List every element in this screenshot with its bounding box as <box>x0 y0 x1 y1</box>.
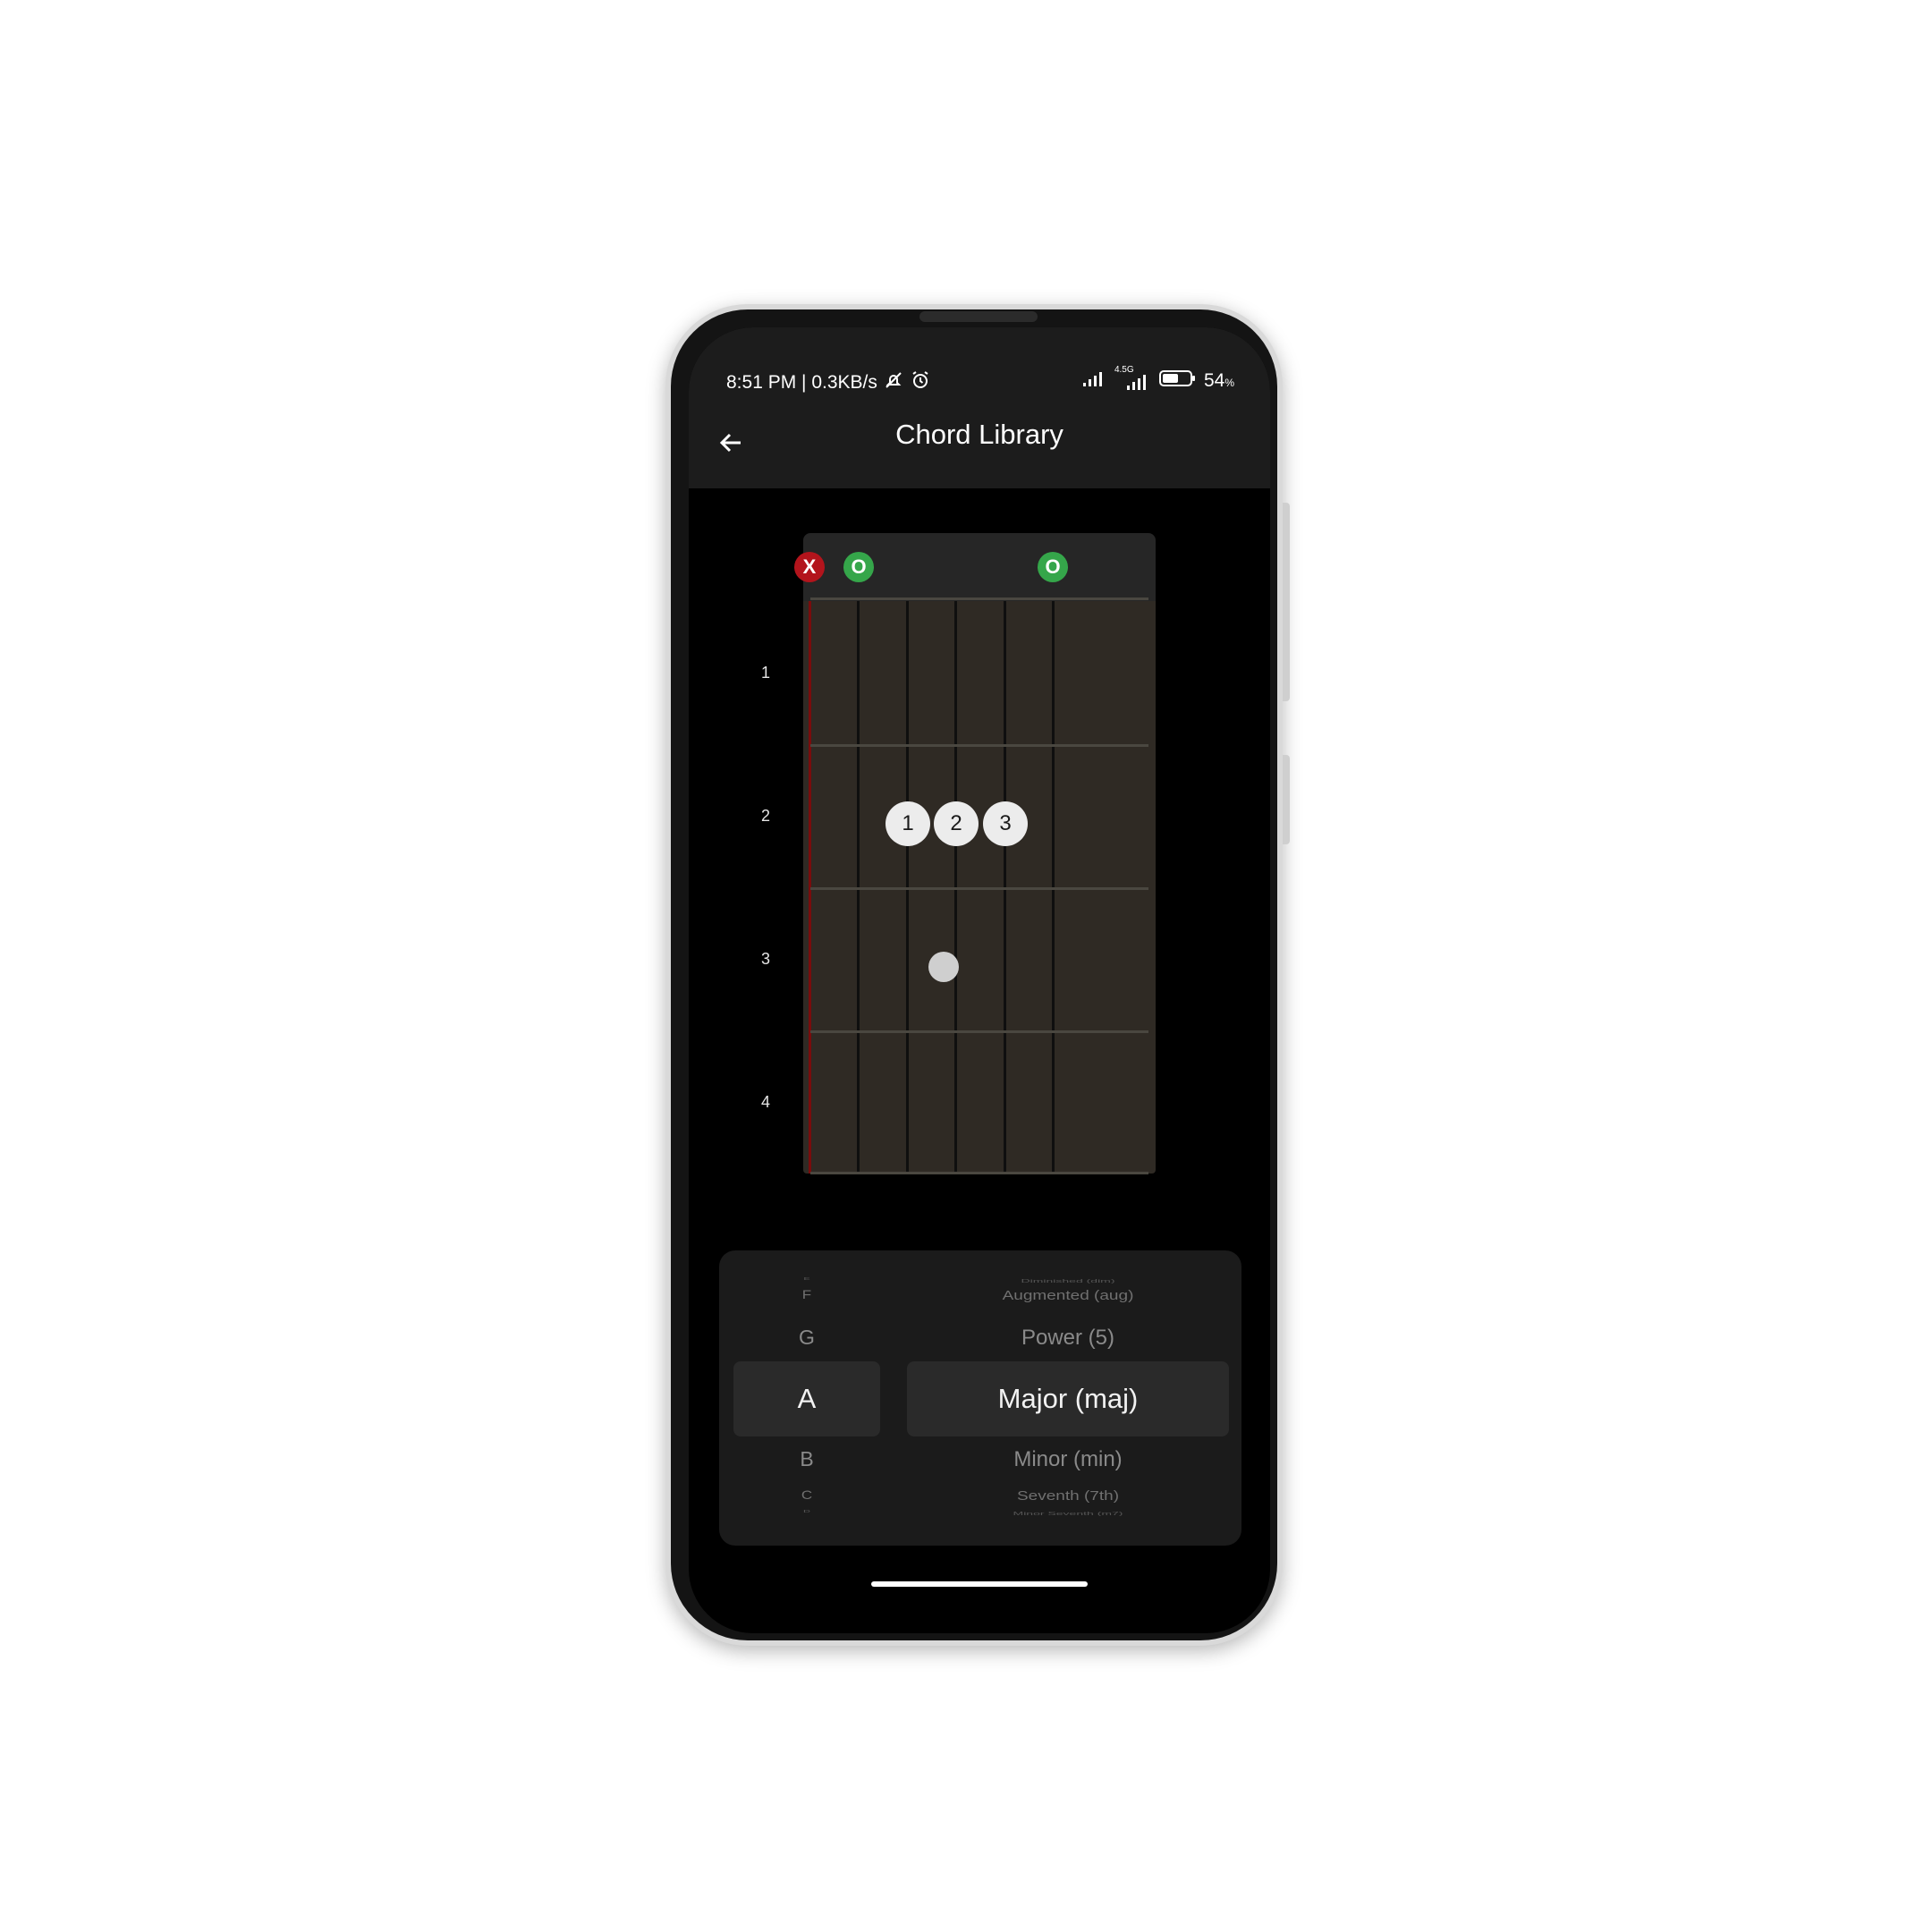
alarm-icon <box>910 369 931 396</box>
root-option-a-selected[interactable]: A <box>733 1383 880 1415</box>
type-option-diminished[interactable]: Diminished (dim) <box>907 1278 1229 1284</box>
screen: 8:51 PM | 0.3KB/s 4.5G 54% Chord Library… <box>689 327 1270 1633</box>
type-option-power[interactable]: Power (5) <box>907 1326 1229 1351</box>
root-option-g[interactable]: G <box>733 1326 880 1350</box>
status-bar: 8:51 PM | 0.3KB/s 4.5G 54% <box>689 327 1270 395</box>
open-string-marker-1: O <box>1038 552 1068 582</box>
type-option-seventh[interactable]: Seventh (7th) <box>907 1488 1229 1504</box>
fret-number-4: 4 <box>760 1093 770 1111</box>
nut-line <box>810 597 1148 600</box>
root-option-f[interactable]: F <box>733 1288 880 1302</box>
earpiece-speaker <box>919 311 1038 322</box>
fret-line-1 <box>810 744 1148 747</box>
page-title: Chord Library <box>895 419 1063 450</box>
battery-percent: 54% <box>1203 370 1234 391</box>
signal-icon <box>1082 369 1107 393</box>
power-button <box>1283 755 1290 844</box>
app-bar: Chord Library <box>689 395 1270 488</box>
signal-4-5g-icon: 4.5G <box>1114 365 1152 392</box>
mute-bell-icon <box>883 369 904 396</box>
chord-picker[interactable]: E F G A B C D Diminished (dim) Augmented… <box>719 1250 1241 1546</box>
fret-inlay-dot <box>928 952 959 982</box>
status-right: 4.5G 54% <box>1082 365 1234 393</box>
root-option-b[interactable]: B <box>733 1447 880 1471</box>
fret-number-2: 2 <box>760 807 770 825</box>
muted-string-marker: X <box>794 552 825 582</box>
phone-bezel: 8:51 PM | 0.3KB/s 4.5G 54% Chord Library… <box>671 309 1277 1640</box>
type-option-minor[interactable]: Minor (min) <box>907 1447 1229 1472</box>
type-option-augmented[interactable]: Augmented (aug) <box>907 1288 1229 1304</box>
root-option-e[interactable]: E <box>733 1277 880 1282</box>
fret-number-1: 1 <box>760 664 770 682</box>
root-option-d[interactable]: D <box>733 1510 880 1514</box>
finger-dot-2[interactable]: 2 <box>934 801 979 846</box>
fret-line-4 <box>810 1172 1148 1174</box>
status-left: 8:51 PM | 0.3KB/s <box>726 369 931 396</box>
finger-dot-1[interactable]: 1 <box>886 801 930 846</box>
volume-button <box>1283 503 1290 701</box>
root-option-c[interactable]: C <box>733 1488 880 1503</box>
open-string-marker-5: O <box>843 552 874 582</box>
fret-line-2 <box>810 887 1148 890</box>
phone-frame: 8:51 PM | 0.3KB/s 4.5G 54% Chord Library… <box>665 304 1290 1646</box>
battery-icon <box>1158 369 1197 393</box>
type-option-major-selected[interactable]: Major (maj) <box>907 1383 1229 1415</box>
finger-dot-3[interactable]: 3 <box>983 801 1028 846</box>
home-indicator[interactable] <box>871 1581 1088 1587</box>
status-time-speed: 8:51 PM | 0.3KB/s <box>726 372 877 393</box>
fret-line-3 <box>810 1030 1148 1033</box>
fret-number-3: 3 <box>760 950 770 968</box>
type-option-minor-seventh[interactable]: Minor Seventh (m7) <box>907 1511 1229 1516</box>
